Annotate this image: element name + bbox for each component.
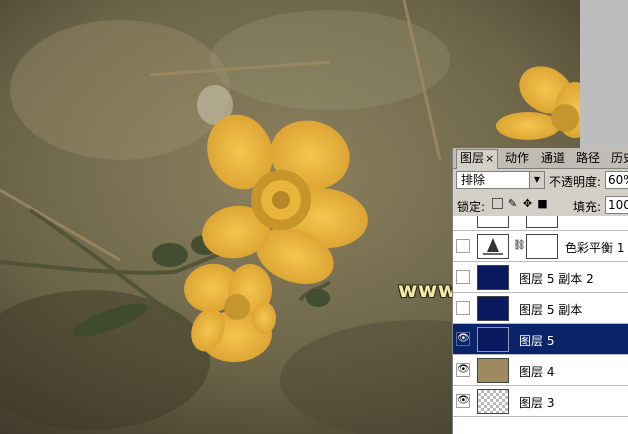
blend-mode-select[interactable]: 排除 ▼ [456,171,545,189]
layer-name: 色彩平衡 1 [565,241,625,255]
layer-name: 图层 5 副本 2 [519,272,594,286]
layer-mask-thumbnail [526,216,558,228]
layer-row-5-copy-2[interactable]: 图层 5 副本 2 [453,262,628,293]
tab-channels[interactable]: 通道 [538,150,568,167]
layer-thumbnail [477,216,509,228]
tab-layers-label: 图层 [460,151,485,165]
blend-opacity-row: 排除 ▼ 不透明度: 60% [453,169,628,193]
visibility-toggle-empty[interactable] [456,301,470,315]
fill-label: 填充: [573,200,602,214]
eye-icon[interactable]: 👁 [456,394,470,408]
layer-name: 图层 5 [519,334,555,348]
link-chain-icon[interactable]: ⛓ [513,240,526,251]
layer-row-5-selected[interactable]: 👁 图层 5 [453,324,628,355]
layer-list[interactable]: ⛓ 色彩平衡 1 图层 5 副本 2 图层 5 副本 👁 图层 5 👁 图层 4… [453,216,628,434]
adjustment-scale-icon [477,234,509,259]
layer-row-4[interactable]: 👁 图层 4 [453,355,628,386]
tab-history[interactable]: 历史 [608,150,628,167]
layer-name: 图层 4 [519,365,555,379]
lock-transparent-icon[interactable] [492,198,503,209]
opacity-input[interactable]: 60% [605,171,628,189]
visibility-toggle-empty[interactable] [456,270,470,284]
layers-panel: 图层× 动作 通道 路径 历史 排除 ▼ 不透明度: 60% 锁定: ✎ ✥ ■… [452,148,628,434]
layer-mask-thumbnail [526,234,558,259]
tab-layers[interactable]: 图层× [456,149,499,169]
layer-thumbnail [477,358,509,383]
canvas-gray-background [580,0,628,148]
lock-brush-icon[interactable]: ✎ [507,198,518,209]
tab-close-icon[interactable]: × [485,152,494,165]
layer-row-hidden-top[interactable] [453,216,628,231]
eye-icon[interactable]: 👁 [456,363,470,377]
eye-icon[interactable]: 👁 [456,332,470,346]
blend-mode-value: 排除 [461,173,486,187]
layer-row-3[interactable]: 👁 图层 3 [453,386,628,417]
fill-input[interactable]: 100% [605,196,628,214]
tab-paths[interactable]: 路径 [573,150,603,167]
layer-row-color-balance[interactable]: ⛓ 色彩平衡 1 [453,231,628,262]
tab-actions[interactable]: 动作 [502,150,532,167]
visibility-toggle-empty[interactable] [456,239,470,253]
layer-thumbnail [477,327,509,352]
lock-all-icon[interactable]: ■ [537,198,548,209]
layer-thumbnail [477,296,509,321]
layer-thumbnail-transparent [477,389,509,414]
layer-thumbnail [477,265,509,290]
lock-move-icon[interactable]: ✥ [522,198,533,209]
chevron-down-icon[interactable]: ▼ [529,172,544,188]
opacity-label: 不透明度: [549,175,602,189]
lock-label: 锁定: [457,200,486,214]
layer-row-5-copy[interactable]: 图层 5 副本 [453,293,628,324]
lock-fill-row: 锁定: ✎ ✥ ■ 填充: 100% [453,194,628,216]
panel-tab-bar: 图层× 动作 通道 路径 历史 [453,148,628,169]
layer-name: 图层 3 [519,396,555,410]
layer-name: 图层 5 副本 [519,303,583,317]
